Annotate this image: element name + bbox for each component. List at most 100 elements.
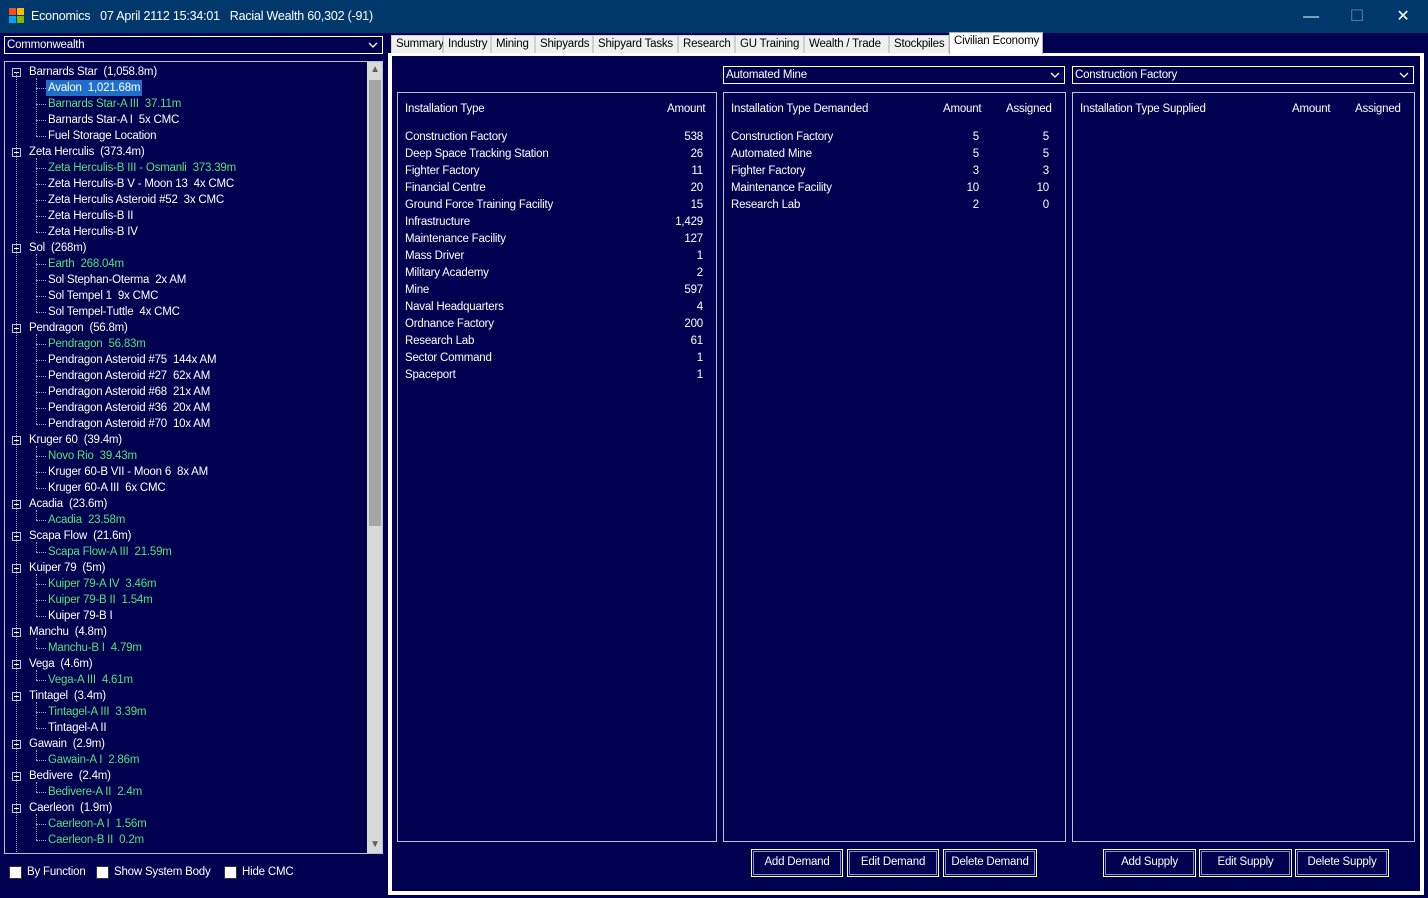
demand-amount-cell[interactable]: 10 [967,180,980,197]
tree-body-node[interactable]: Fuel Storage Location [48,128,157,144]
demand-type-cell[interactable]: Research Lab [731,197,800,214]
tree-body-node[interactable]: Caerleon-A I 1.56m [48,816,147,832]
checkbox-box[interactable] [224,866,237,879]
demand-list[interactable]: Installation Type Demanded Amount Assign… [723,92,1066,842]
installation-type-cell[interactable]: Deep Space Tracking Station [405,146,549,163]
checkbox-box[interactable] [9,866,22,879]
installation-amount-cell[interactable]: 61 [691,333,704,350]
demand-assigned-cell[interactable]: 5 [1043,146,1049,163]
column-header-installation-type-supplied[interactable]: Installation Type Supplied [1080,102,1206,116]
tree-scrollbar[interactable]: ▲ ▼ [367,62,382,853]
demand-amount-cell[interactable]: 5 [973,129,979,146]
scroll-down-icon[interactable]: ▼ [367,837,382,853]
tree-body-node[interactable]: Gawain-A I 2.86m [48,752,139,768]
installation-amount-cell[interactable]: 26 [691,146,704,163]
tree-system-node[interactable]: Zeta Herculis (373.4m) [29,144,145,160]
column-header-installation-type[interactable]: Installation Type [405,102,485,116]
close-icon[interactable]: ✕ [1380,0,1426,33]
scroll-up-icon[interactable]: ▲ [367,62,382,78]
tree-body-node[interactable]: Pendragon Asteroid #70 10x AM [48,416,210,432]
tree-body-node[interactable]: Barnards Star-A III 37.11m [48,96,181,112]
race-select[interactable]: Commonwealth [4,36,383,54]
tree-body-node[interactable]: Barnards Star-A I 5x CMC [48,112,179,128]
installation-amount-cell[interactable]: 1 [697,350,703,367]
chevron-down-icon[interactable] [1398,69,1410,81]
installation-type-cell[interactable]: Fighter Factory [405,163,480,180]
column-header-assigned[interactable]: Assigned [1006,102,1052,116]
installation-amount-cell[interactable]: 200 [684,316,703,333]
tree-body-node[interactable]: Tintagel-A II [48,720,107,736]
tree-body-node[interactable]: Manchu-B I 4.79m [48,640,142,656]
maximize-icon[interactable]: ☐ [1334,0,1380,33]
demand-assigned-cell[interactable]: 3 [1043,163,1049,180]
chevron-down-icon[interactable] [367,39,379,51]
tree-body-node[interactable]: Scapa Flow-A III 21.59m [48,544,172,560]
installation-type-cell[interactable]: Sector Command [405,350,492,367]
tree-system-node[interactable]: Pendragon (56.8m) [29,320,128,336]
installation-amount-cell[interactable]: 11 [691,163,703,180]
column-header-installation-type-demanded[interactable]: Installation Type Demanded [731,102,868,116]
tree-system-node[interactable]: Barnards Star (1,058.8m) [29,64,157,80]
tree-system-node[interactable]: Sol (268m) [29,240,86,256]
column-header-amount[interactable]: Amount [943,102,982,116]
tree-body-node[interactable]: Zeta Herculis-B IV [48,224,138,240]
tree-body-node[interactable]: Sol Stephan-Oterma 2x AM [48,272,186,288]
installation-amount-cell[interactable]: 1 [697,367,703,384]
tree-body-node[interactable]: Earth 268.04m [48,256,124,272]
add-supply-button[interactable]: Add Supply [1103,849,1196,877]
installation-type-cell[interactable]: Military Academy [405,265,489,282]
tab-civilian-economy[interactable]: Civilian Economy [949,32,1043,54]
tab-mining[interactable]: Mining [491,35,535,53]
tree-body-node[interactable]: Zeta Herculis-B II [48,208,133,224]
tree-system-node[interactable]: Tintagel (3.4m) [29,688,106,704]
tree-body-node[interactable]: Kuiper 79-B I [48,608,113,624]
tab-stockpiles[interactable]: Stockpiles [889,35,949,53]
tree-body-node[interactable]: Pendragon 56.83m [48,336,146,352]
scroll-thumb[interactable] [369,80,381,526]
add-demand-button[interactable]: Add Demand [751,849,843,877]
demand-amount-cell[interactable]: 5 [973,146,979,163]
tree-system-node[interactable]: Gawain (2.9m) [29,736,105,752]
column-header-assigned[interactable]: Assigned [1355,102,1401,116]
tab-shipyard-tasks[interactable]: Shipyard Tasks [593,35,678,53]
tree-body-node[interactable]: Zeta Herculis-B III - Osmanli 373.39m [48,160,236,176]
installation-amount-cell[interactable]: 1 [697,248,703,265]
installation-amount-cell[interactable]: 538 [684,129,703,146]
column-header-amount[interactable]: Amount [1292,102,1331,116]
delete-supply-button[interactable]: Delete Supply [1295,849,1389,877]
tree-system-node[interactable]: Bedivere (2.4m) [29,768,111,784]
demand-type-cell[interactable]: Construction Factory [731,129,833,146]
chevron-down-icon[interactable] [1049,69,1061,81]
demand-type-cell[interactable]: Fighter Factory [731,163,806,180]
installation-type-cell[interactable]: Mass Driver [405,248,464,265]
installation-type-cell[interactable]: Infrastructure [405,214,470,231]
tree-body-node[interactable]: Kuiper 79-B II 1.54m [48,592,153,608]
minimize-icon[interactable]: — [1288,0,1334,33]
installation-amount-cell[interactable]: 15 [691,197,704,214]
edit-supply-button[interactable]: Edit Supply [1199,849,1292,877]
installation-type-cell[interactable]: Naval Headquarters [405,299,504,316]
demand-type-select[interactable]: Automated Mine [723,66,1065,84]
tab-wealth-trade[interactable]: Wealth / Trade [804,35,889,53]
tree-body-node[interactable]: Sol Tempel 1 9x CMC [48,288,158,304]
installation-amount-cell[interactable]: 2 [697,265,703,282]
tree-body-node[interactable]: Tintagel-A III 3.39m [48,704,146,720]
tree-body-node[interactable]: Avalon 1,021.68m [46,80,143,96]
checkbox-box[interactable] [96,866,109,879]
tab-summary[interactable]: Summary [391,35,444,53]
tab-research[interactable]: Research [678,35,735,53]
tree-body-node[interactable]: Caerleon-B II 0.2m [48,832,144,848]
installations-list[interactable]: Installation Type Amount Construction Fa… [397,92,717,842]
installation-amount-cell[interactable]: 1,429 [675,214,703,231]
tree-body-node[interactable]: Novo Rio 39.43m [48,448,137,464]
tree-body-node[interactable]: Zeta Herculis-B V - Moon 13 4x CMC [48,176,234,192]
tree-system-node[interactable]: Caerleon (1.9m) [29,800,112,816]
installation-amount-cell[interactable]: 597 [684,282,703,299]
demand-type-cell[interactable]: Automated Mine [731,146,812,163]
installation-type-cell[interactable]: Research Lab [405,333,474,350]
installation-amount-cell[interactable]: 4 [697,299,703,316]
demand-type-cell[interactable]: Maintenance Facility [731,180,832,197]
tree-body-node[interactable]: Sol Tempel-Tuttle 4x CMC [48,304,180,320]
population-tree[interactable]: Barnards Star (1,058.8m) Avalon 1,021.68m… [4,61,383,854]
installation-type-cell[interactable]: Spaceport [405,367,456,384]
